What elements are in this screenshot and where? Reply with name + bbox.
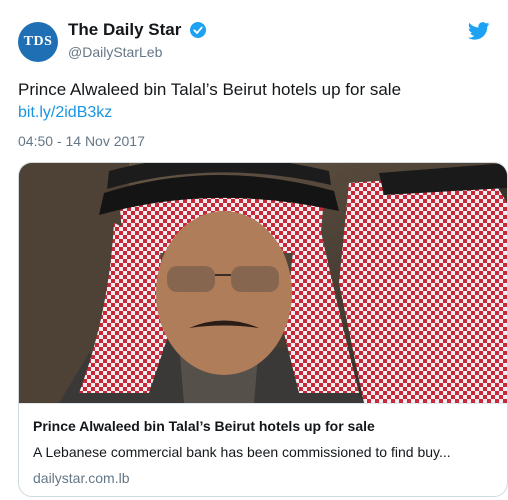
card-domain: dailystar.com.lb bbox=[33, 470, 130, 486]
tweet-link[interactable]: bit.ly/2idB3kz bbox=[18, 104, 112, 122]
tweet-text: Prince Alwaleed bin Talal’s Beirut hotel… bbox=[18, 80, 402, 99]
card-body: Prince Alwaleed bin Talal’s Beirut hotel… bbox=[19, 403, 507, 496]
link-card[interactable]: Prince Alwaleed bin Talal’s Beirut hotel… bbox=[18, 162, 508, 497]
tweet-timestamp[interactable]: 04:50 - 14 Nov 2017 bbox=[18, 133, 145, 149]
tweet: TDS The Daily Star @DailyStarLeb Prince … bbox=[0, 0, 508, 500]
tweet-header: TDS The Daily Star @DailyStarLeb bbox=[18, 16, 490, 66]
verified-badge-icon bbox=[189, 22, 206, 38]
card-description: A Lebanese commercial bank has been comm… bbox=[33, 444, 451, 460]
card-image[interactable] bbox=[19, 163, 507, 403]
display-name[interactable]: The Daily Star bbox=[68, 20, 181, 40]
account-names: The Daily Star @DailyStarLeb bbox=[68, 20, 206, 60]
twitter-bird-icon[interactable] bbox=[467, 22, 490, 40]
card-title[interactable]: Prince Alwaleed bin Talal’s Beirut hotel… bbox=[33, 418, 375, 434]
avatar[interactable]: TDS bbox=[18, 22, 58, 62]
account-handle[interactable]: @DailyStarLeb bbox=[68, 44, 206, 60]
